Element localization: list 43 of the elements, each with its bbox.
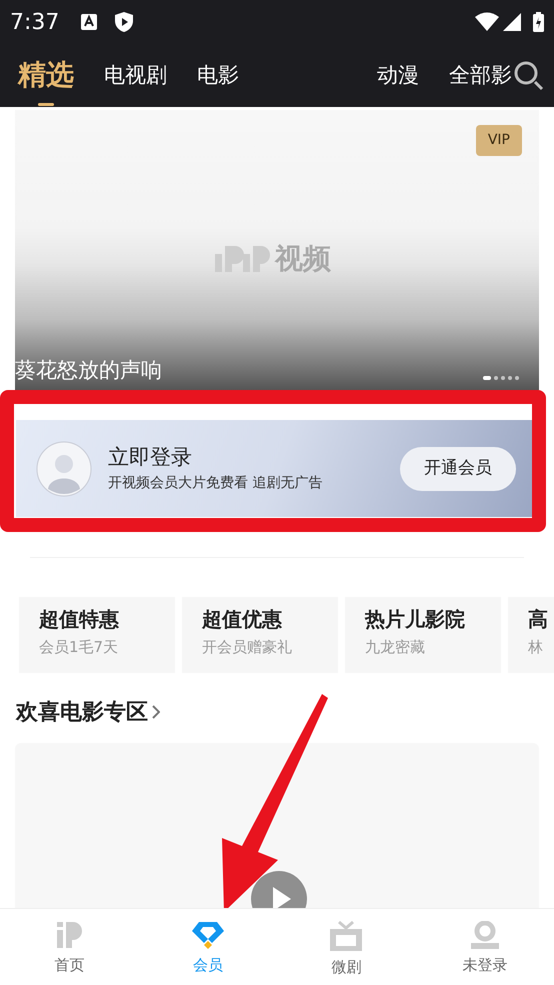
tv-icon xyxy=(330,921,362,951)
login-title[interactable]: 立即登录 xyxy=(108,447,322,468)
vip-badge: VIP xyxy=(476,125,522,156)
notification-icon xyxy=(81,14,98,30)
banner-title: 葵花怒放的声响 xyxy=(15,356,162,384)
promo-subtitle: 林 xyxy=(528,638,544,657)
placeholder-text: 视频 xyxy=(275,241,331,277)
search-icon[interactable] xyxy=(514,60,544,90)
signal-icon xyxy=(503,13,521,31)
shield-play-icon xyxy=(115,12,134,32)
battery-icon xyxy=(533,12,544,32)
user-icon xyxy=(470,921,499,949)
promo-subtitle: 开会员赠豪礼 xyxy=(202,638,293,657)
promo-subtitle: 会员1毛7天 xyxy=(39,638,120,657)
promo-subtitle: 九龙密藏 xyxy=(365,638,426,657)
category-tab[interactable]: 精选 xyxy=(18,43,74,108)
promo-card[interactable]: 超值优惠 开会员赠豪礼 xyxy=(182,597,338,673)
promo-card[interactable]: 热片儿影院 九龙密藏 xyxy=(345,597,501,673)
diamond-icon xyxy=(190,921,225,949)
wifi-icon xyxy=(475,12,499,32)
nav-tab[interactable]: 首页 xyxy=(0,909,138,985)
chevron-right-icon[interactable] xyxy=(152,705,160,719)
promo-title: 高 xyxy=(528,607,549,632)
login-subtitle: 开视频会员大片免费看 追剧无广告 xyxy=(108,476,322,490)
section-title[interactable]: 欢喜电影专区 xyxy=(16,696,148,728)
logo-icon xyxy=(215,244,271,274)
category-tab[interactable]: 电视剧 xyxy=(104,48,167,104)
open-membership-button[interactable]: 开通会员 xyxy=(400,446,516,490)
nav-tab[interactable]: 未登录 xyxy=(416,909,554,985)
promo-title: 超值优惠 xyxy=(202,607,283,632)
video-card[interactable] xyxy=(15,743,539,908)
category-tab[interactable]: 动漫 xyxy=(377,48,419,104)
category-tab[interactable]: 电影 xyxy=(197,48,239,104)
page-dots xyxy=(483,376,519,380)
promo-card[interactable]: 超值特惠 会员1毛7天 xyxy=(19,597,175,673)
category-tab[interactable]: 全部影 xyxy=(449,48,512,104)
nav-tab[interactable]: 微剧 xyxy=(277,909,416,985)
promo-title: 超值特惠 xyxy=(39,607,120,632)
banner[interactable]: VIP 视频 葵花怒放的声响 xyxy=(15,110,539,390)
logo-icon xyxy=(55,921,84,949)
status-time: 7:37 xyxy=(10,8,60,36)
promo-title: 热片儿影院 xyxy=(365,607,466,632)
promo-card[interactable]: 高 林 xyxy=(508,597,554,673)
